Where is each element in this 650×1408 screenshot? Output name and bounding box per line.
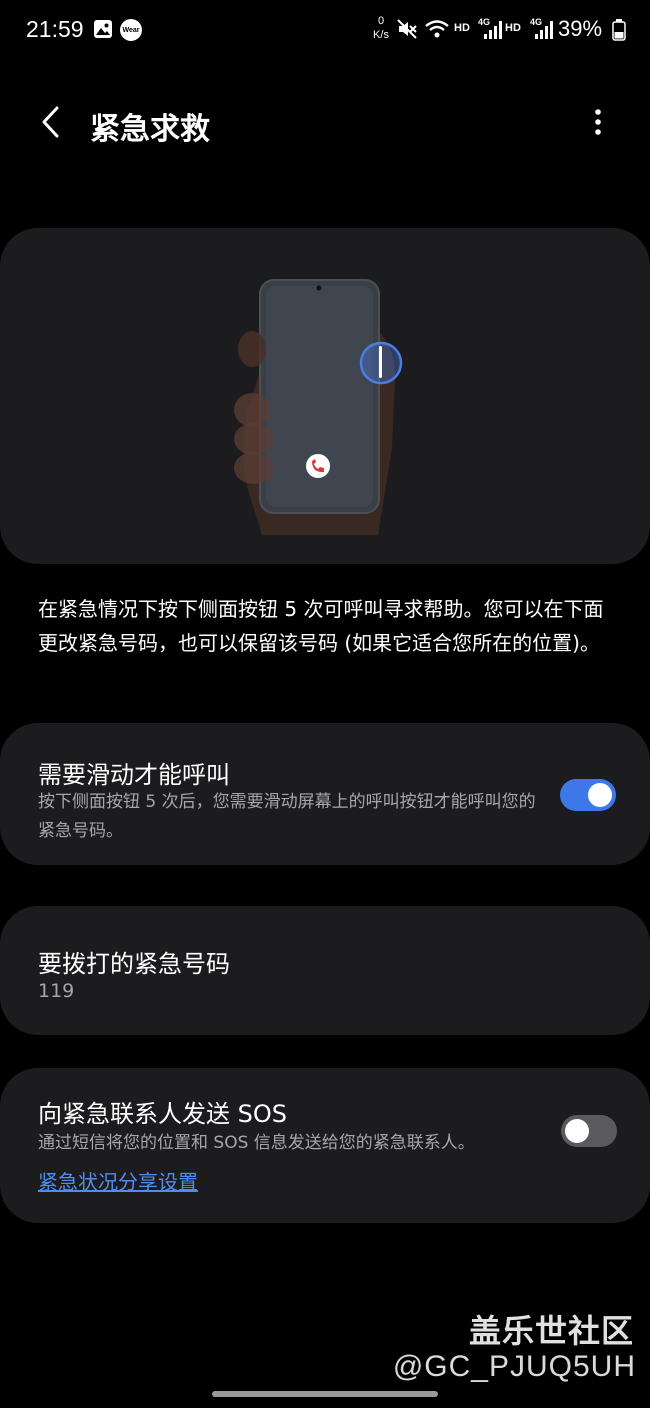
- swipe-to-call-card[interactable]: 需要滑动才能呼叫 按下侧面按钮 5 次后，您需要滑动屏幕上的呼叫按钮才能呼叫您的…: [0, 723, 650, 865]
- emergency-number-title: 要拨打的紧急号码: [38, 950, 230, 978]
- swipe-to-call-subtitle: 按下侧面按钮 5 次后，您需要滑动屏幕上的呼叫按钮才能呼叫您的紧急号码。: [38, 792, 536, 841]
- chevron-left-icon: [42, 106, 59, 138]
- emergency-sharing-settings-link[interactable]: 紧急状况分享设置: [38, 1166, 198, 1195]
- gallery-icon: [94, 20, 112, 38]
- send-sos-title: 向紧急联系人发送 SOS: [38, 1100, 287, 1128]
- toggle-knob: [565, 1119, 589, 1143]
- battery-percent: 39%: [558, 16, 603, 41]
- hd-label-2: HD: [505, 22, 521, 34]
- phone-in-hand-illustration: [234, 279, 403, 535]
- illustration-card: [0, 228, 650, 564]
- side-button: [379, 346, 382, 378]
- wear-icon: Wear: [120, 19, 142, 41]
- swipe-to-call-toggle[interactable]: [560, 779, 616, 811]
- send-sos-subtitle: 通过短信将您的位置和 SOS 信息发送给您的紧急联系人。: [38, 1133, 475, 1153]
- watermark-handle: @GC_PJUQ5UH: [392, 1350, 636, 1383]
- send-sos-toggle[interactable]: [561, 1115, 617, 1147]
- wifi-icon: [425, 20, 449, 38]
- page-title: 紧急求救: [90, 112, 210, 147]
- emergency-number-card[interactable]: 要拨打的紧急号码 119: [0, 906, 650, 1035]
- finger-1: [238, 331, 266, 367]
- status-bar: 21:59 Wear 0 K/s HD 4G HD 4G 39%: [0, 0, 650, 60]
- finger-2: [234, 393, 270, 427]
- battery-icon: [612, 19, 626, 41]
- network-speed-value: 0: [377, 15, 385, 27]
- gesture-navigation-handle[interactable]: [212, 1391, 438, 1397]
- more-options-button[interactable]: [578, 100, 618, 144]
- status-time: 21:59: [26, 16, 84, 42]
- signal-icon: [484, 21, 502, 39]
- mute-icon: [397, 19, 417, 39]
- screen: 21:59 Wear 0 K/s HD 4G HD 4G 39% 紧急求救 在紧…: [0, 0, 650, 1408]
- network-speed: 0 K/s: [371, 14, 391, 42]
- description-text: 在紧急情况下按下侧面按钮 5 次可呼叫寻求帮助。您可以在下面更改紧急号码，也可以…: [38, 597, 604, 655]
- signal-icon: [535, 21, 553, 39]
- phone-camera: [316, 285, 322, 291]
- hd-label-1: HD: [454, 22, 470, 34]
- network-speed-unit: K/s: [373, 29, 389, 41]
- more-vertical-icon: [595, 109, 601, 135]
- emergency-number-value: 119: [38, 980, 75, 1002]
- swipe-to-call-title: 需要滑动才能呼叫: [38, 761, 230, 789]
- sos-call-icon: [306, 454, 330, 478]
- back-button[interactable]: [28, 100, 72, 144]
- watermark-title: 盖乐世社区: [468, 1312, 634, 1350]
- wear-icon-label: Wear: [122, 26, 140, 34]
- send-sos-card[interactable]: 向紧急联系人发送 SOS 通过短信将您的位置和 SOS 信息发送给您的紧急联系人…: [0, 1068, 650, 1223]
- finger-3: [234, 423, 274, 455]
- toggle-knob: [588, 783, 612, 807]
- finger-4: [234, 452, 274, 484]
